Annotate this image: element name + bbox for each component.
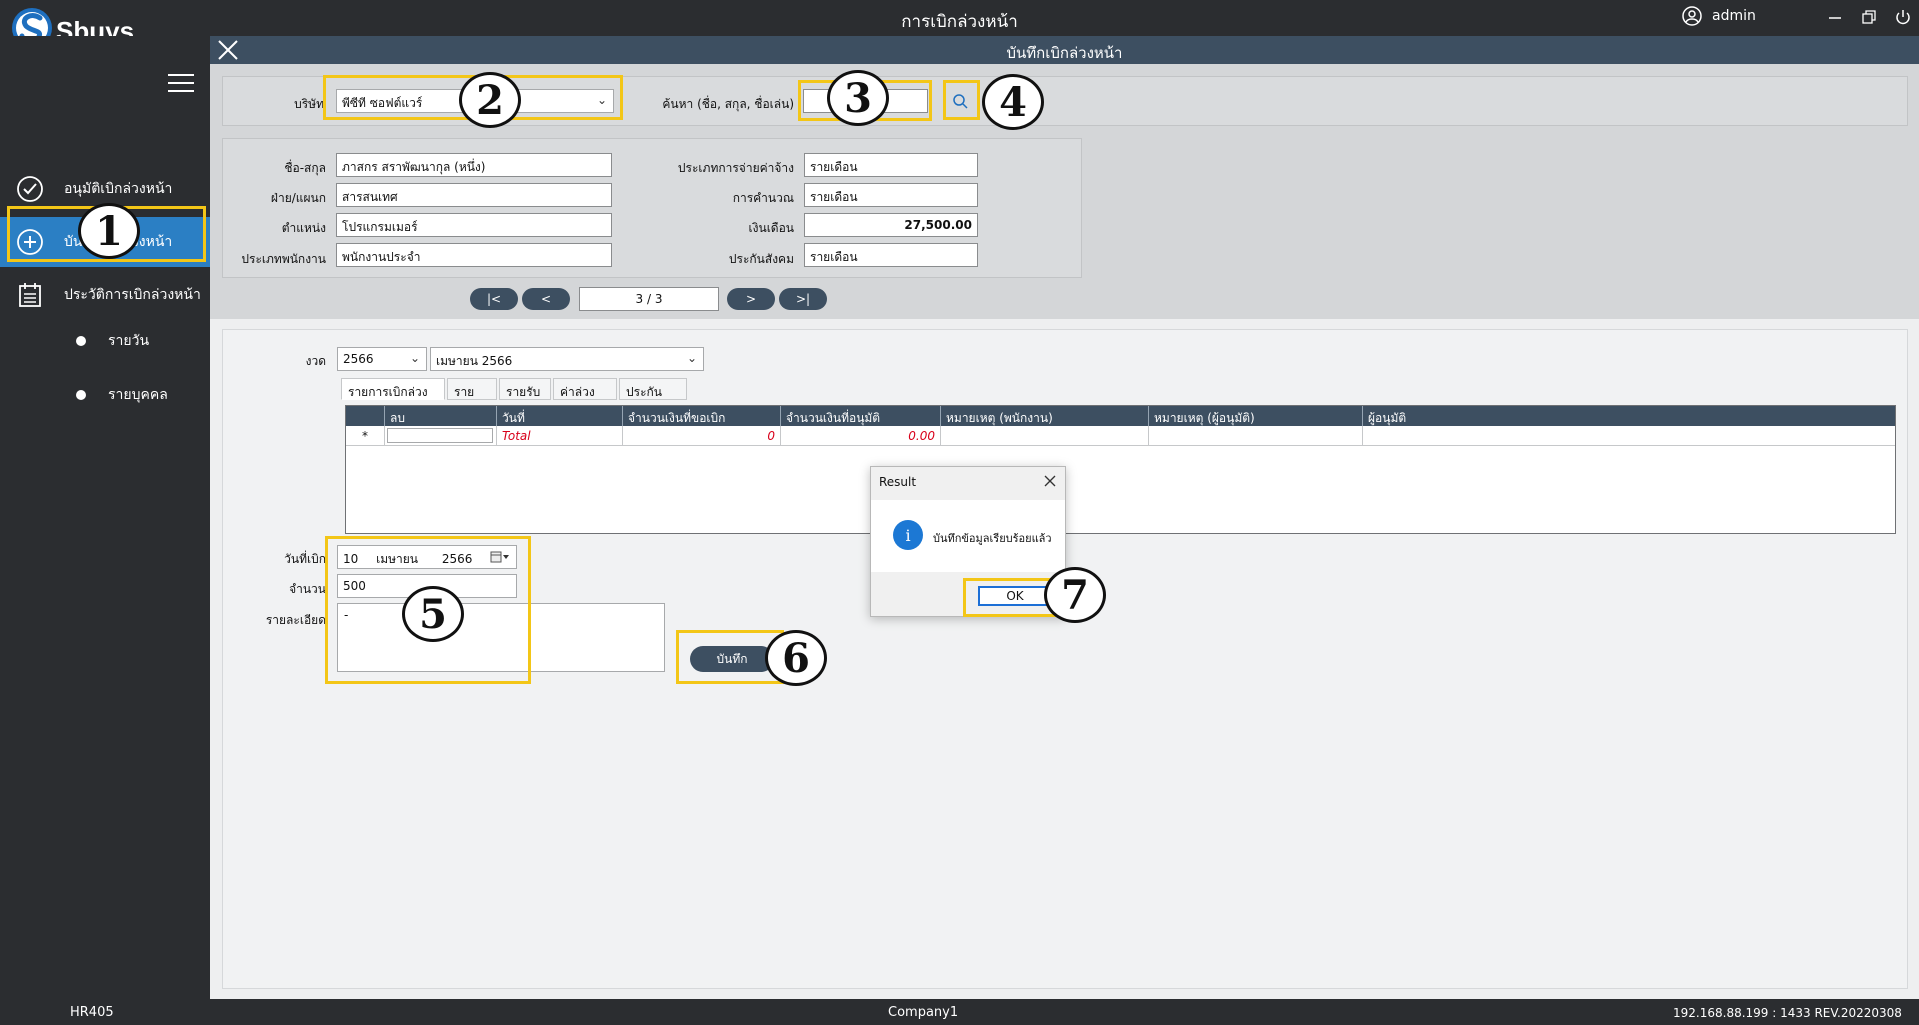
panel-header: บันทึกเบิกล่วงหน้า — [210, 36, 1919, 64]
table-row: * Total 0 0.00 — [346, 426, 1895, 446]
col-approved-amount[interactable]: จำนวนเงินที่อนุมัติ — [780, 406, 940, 426]
callout-6: 6 — [765, 630, 827, 686]
restore-icon[interactable] — [1858, 6, 1880, 28]
amount-label: จำนวน — [289, 582, 326, 596]
period-label: งวด — [305, 354, 326, 368]
callout-1: 1 — [78, 203, 140, 259]
total-approved: 0.00 — [780, 426, 940, 446]
approver-note-cell[interactable] — [1148, 426, 1362, 446]
col-approver-note[interactable]: หมายเหตุ (ผู้อนุมัติ) — [1148, 406, 1362, 426]
status-bar: HR405 Company1 192.168.88.199 : 1433 REV… — [0, 999, 1919, 1025]
col-request-amount[interactable]: จำนวนเงินที่ขอเบิก — [622, 406, 780, 426]
callout-2: 2 — [459, 72, 521, 128]
name-field: ภาสกร สราพัฒนากุล (หนึ่ง) — [336, 153, 612, 177]
salary-field: 27,500.00 — [804, 213, 978, 237]
period-month-select[interactable]: เมษายน 2566 ⌄ — [430, 347, 704, 371]
dept-label: ฝ่าย/แผนก — [270, 191, 326, 205]
sidebar-subitem-label: รายบุคคล — [108, 387, 168, 403]
title-bar: Sbuys การเบิกล่วงหน้า admin — [0, 0, 1919, 48]
search-label: ค้นหา (ชื่อ, สกุล, ชื่อเล่น) — [662, 97, 794, 111]
status-module: HR405 — [70, 1005, 114, 1020]
col-approver[interactable]: ผู้อนุมัติ — [1362, 406, 1895, 426]
last-page-button[interactable]: >| — [779, 288, 827, 310]
tab-expense[interactable]: รายจ่าย — [447, 378, 497, 418]
next-page-button[interactable]: > — [727, 288, 775, 310]
user-icon — [1682, 6, 1702, 26]
total-request: 0 — [622, 426, 780, 446]
date-label: วันที่เบิก — [284, 552, 326, 566]
tab-overtime[interactable]: ค่าล่วงเวลา — [553, 378, 617, 418]
highlight-step-4 — [943, 80, 980, 120]
tab-advance-list[interactable]: รายการเบิกล่วงหน้า — [341, 378, 445, 418]
minimize-icon[interactable] — [1824, 6, 1846, 28]
sidebar-subitem-person[interactable]: รายบุคคล — [76, 384, 168, 406]
prev-page-button[interactable]: < — [522, 288, 570, 310]
detail-label: รายละเอียด — [265, 613, 326, 627]
period-month-value: เมษายน 2566 — [436, 354, 513, 368]
status-server: 192.168.88.199 : 1433 REV.20220308 — [1673, 1006, 1902, 1020]
period-year-value: 2566 — [343, 352, 374, 366]
check-circle-icon — [16, 175, 44, 203]
panel-title: บันทึกเบิกล่วงหน้า — [1006, 44, 1123, 62]
period-year-select[interactable]: 2566 ⌄ — [337, 347, 427, 371]
emp-type-field: พนักงานประจำ — [336, 243, 612, 267]
sidebar-subitem-label: รายวัน — [108, 333, 150, 349]
advance-grid: ลบ วันที่ จำนวนเงินที่ขอเบิก จำนวนเงินที… — [345, 405, 1896, 534]
row-marker: * — [362, 429, 368, 443]
callout-4: 4 — [982, 74, 1044, 130]
social-security-field: รายเดือน — [804, 243, 978, 267]
company-label: บริษัท — [294, 97, 324, 111]
dialog-message: บันทึกข้อมูลเรียบร้อยแล้ว — [933, 532, 1052, 545]
pay-type-field: รายเดือน — [804, 153, 978, 177]
col-date[interactable]: วันที่ — [496, 406, 622, 426]
grid-header: ลบ วันที่ จำนวนเงินที่ขอเบิก จำนวนเงินที… — [346, 406, 1895, 426]
sidebar-item-label: ประวัติการเบิกล่วงหน้า — [64, 287, 201, 303]
total-label: Total — [496, 426, 622, 446]
user-menu[interactable]: admin — [1682, 6, 1756, 26]
dialog-title: Result — [879, 475, 917, 489]
dialog-body: i บันทึกข้อมูลเรียบร้อยแล้ว — [871, 500, 1065, 572]
close-icon[interactable] — [1043, 474, 1057, 488]
social-security-label: ประกันสังคม — [728, 252, 794, 266]
sidebar: อนุมัติเบิกล่วงหน้า บันทึกเบิกล่วงหน้า ป… — [0, 36, 210, 999]
calendar-list-icon — [16, 281, 44, 309]
emp-type-label: ประเภทพนักงาน — [241, 252, 326, 266]
name-label: ชื่อ-สกุล — [284, 161, 326, 175]
calc-label: การคำนวณ — [732, 191, 794, 205]
app-title: การเบิกล่วงหน้า — [901, 12, 1018, 32]
col-emp-note[interactable]: หมายเหตุ (พนักงาน) — [940, 406, 1148, 426]
username: admin — [1712, 8, 1756, 24]
callout-7: 7 — [1044, 567, 1106, 623]
emp-note-cell[interactable] — [940, 426, 1148, 446]
hamburger-menu-icon[interactable] — [168, 74, 194, 94]
bullet-icon — [76, 336, 86, 346]
page-indicator: 3 / 3 — [579, 287, 719, 311]
chevron-down-icon: ⌄ — [686, 351, 697, 365]
dept-field: สารสนเทศ — [336, 183, 612, 207]
pay-type-label: ประเภทการจ่ายค่าจ้าง — [677, 161, 794, 175]
bullet-icon — [76, 390, 86, 400]
sidebar-item-history[interactable]: ประวัติการเบิกล่วงหน้า — [0, 270, 210, 320]
first-page-button[interactable]: |< — [470, 288, 518, 310]
tab-income[interactable]: รายรับ — [499, 378, 551, 400]
col-delete[interactable]: ลบ — [384, 406, 496, 426]
delete-cell[interactable] — [384, 426, 496, 446]
status-company: Company1 — [888, 1005, 959, 1020]
tab-social-security[interactable]: ประกันสังคม — [619, 378, 687, 418]
sidebar-item-label: อนุมัติเบิกล่วงหน้า — [64, 181, 173, 197]
callout-3: 3 — [827, 70, 889, 126]
power-icon[interactable] — [1892, 6, 1914, 28]
salary-label: เงินเดือน — [748, 221, 794, 235]
approver-cell[interactable] — [1362, 426, 1895, 446]
info-icon: i — [893, 520, 923, 550]
sidebar-subitem-daily[interactable]: รายวัน — [76, 330, 149, 352]
position-field: โปรแกรมเมอร์ — [336, 213, 612, 237]
callout-5: 5 — [402, 586, 464, 642]
chevron-down-icon: ⌄ — [409, 351, 420, 365]
calc-field: รายเดือน — [804, 183, 978, 207]
position-label: ตำแหน่ง — [281, 221, 326, 235]
